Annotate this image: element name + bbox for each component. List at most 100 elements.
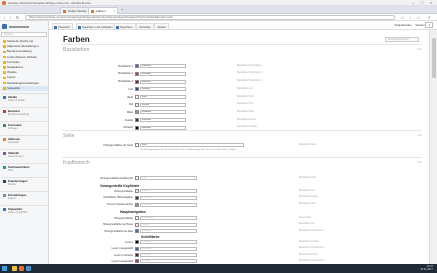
color-value-input[interactable]: #3b6db5 bbox=[140, 229, 197, 234]
os-taskbar: 13:47 18.11.2017 bbox=[0, 264, 437, 273]
browser-tab-label: Farben bbox=[96, 9, 106, 13]
color-swatch[interactable] bbox=[135, 95, 139, 100]
tool-tab-label: Übersicht bbox=[58, 25, 70, 29]
color-swatch[interactable] bbox=[135, 195, 139, 200]
group-icon bbox=[3, 194, 6, 197]
color-swatch[interactable] bbox=[135, 102, 139, 107]
color-value-input[interactable]: #999999 bbox=[140, 110, 186, 115]
scrollbar-thumb[interactable] bbox=[432, 38, 436, 78]
firefox-taskbar-icon[interactable] bbox=[19, 266, 24, 271]
browser-tab-1[interactable]: Online Suche × bbox=[60, 7, 90, 14]
sidebar-item-label: Startseite (Suche np) bbox=[7, 39, 34, 43]
sidebar-group[interactable]: Statistik Auswertungen bbox=[1, 149, 48, 159]
settings-filter-input[interactable]: Einstellungen filtern bbox=[385, 37, 419, 42]
color-value-input[interactable]: #f0f0f0 bbox=[140, 189, 197, 194]
color-swatch[interactable] bbox=[135, 259, 139, 264]
browser-tab-label: Online Suche bbox=[68, 9, 87, 13]
tool-tab[interactable]: Verlauf bbox=[154, 23, 169, 29]
sidebar-group[interactable]: Inhalte Seiten & Inhalte bbox=[1, 93, 48, 103]
sidebar-group[interactable]: Erweiterungen Module bbox=[1, 177, 48, 187]
color-value-input[interactable]: #ffffff bbox=[140, 176, 197, 181]
forward-icon[interactable]: › bbox=[8, 15, 13, 20]
tool-tab[interactable]: Speichern und schließen bbox=[76, 23, 116, 29]
color-value-input[interactable]: #c0392b bbox=[140, 71, 186, 76]
color-value-input[interactable]: #f0f0f0 bbox=[140, 222, 197, 227]
color-value-input[interactable]: #1a4f8c bbox=[140, 87, 186, 92]
sidebar-group[interactable]: Suchmaschinen SEO bbox=[1, 163, 48, 173]
color-editor: Farben Einstellungen filtern Basisfarben… bbox=[49, 30, 429, 264]
version-select[interactable]: 1 bbox=[425, 22, 433, 28]
color-value-input[interactable]: #3b6db5 bbox=[140, 246, 197, 251]
color-swatch[interactable] bbox=[135, 143, 139, 148]
color-value-input[interactable]: #3b6db5 bbox=[140, 64, 186, 69]
explorer-icon[interactable] bbox=[12, 266, 17, 271]
sidebar-search-input[interactable]: Suchen... bbox=[1, 32, 47, 37]
start-icon[interactable] bbox=[2, 266, 7, 271]
scrollbar[interactable] bbox=[429, 30, 437, 264]
sidebar-group[interactable]: Formulare Anfragen bbox=[1, 121, 48, 131]
color-value-input[interactable]: #333333 bbox=[140, 118, 186, 123]
color-swatch[interactable] bbox=[135, 222, 139, 227]
browser-tab-2[interactable]: Farben × bbox=[88, 7, 118, 14]
color-swatch[interactable] bbox=[135, 64, 139, 69]
color-setting-row: Level 2 und tiefer #333333 Basisfarbe Dunk… bbox=[49, 253, 429, 258]
color-value-input[interactable]: #333333 bbox=[140, 253, 197, 258]
url-bar[interactable]: https://www.website-v4.de/cms/redesign/#… bbox=[25, 15, 395, 20]
color-reference: Basisfarbe Weiß bbox=[237, 95, 254, 98]
site-favicon-icon bbox=[63, 9, 66, 13]
reload-original-button[interactable]: Original laden bbox=[394, 23, 411, 27]
section-toggle-link[interactable]: Alle bbox=[417, 47, 422, 51]
color-setting-row: Hintergrundfarbe bei Hover #f0f0f0 Basisfa… bbox=[49, 222, 429, 228]
page-title: Farben bbox=[63, 35, 90, 44]
tool-tab-label: Speichern und schließen bbox=[82, 25, 113, 29]
folder-icon bbox=[2, 66, 6, 69]
bookmark-icon[interactable]: ☆ bbox=[400, 15, 405, 20]
color-swatch[interactable] bbox=[135, 216, 139, 221]
section-toggle-link[interactable]: Alle bbox=[417, 160, 422, 164]
back-icon[interactable]: ‹ bbox=[2, 15, 7, 20]
color-value-input[interactable]: #000000 bbox=[140, 240, 197, 245]
reload-icon[interactable]: ↻ bbox=[15, 15, 20, 20]
color-value-input[interactable]: #ffffff bbox=[140, 143, 244, 148]
color-value-input[interactable]: #ffffff bbox=[140, 95, 186, 100]
color-swatch[interactable] bbox=[135, 110, 139, 115]
sidebar-item[interactable]: Styleeditor bbox=[1, 85, 48, 91]
color-swatch[interactable] bbox=[135, 202, 139, 207]
color-value-input[interactable]: #c0392b bbox=[140, 259, 197, 264]
sidebar-group[interactable]: Benutzer Benutzerverwaltung bbox=[1, 107, 48, 117]
sidebar-group-subtitle: Seiten & Inhalte bbox=[8, 99, 25, 102]
download-icon[interactable]: ↓ bbox=[408, 15, 413, 20]
tool-tab[interactable]: Speichern bbox=[114, 23, 136, 29]
subsection-heading: Vorangestellte Kopfleiste bbox=[100, 184, 140, 188]
sidebar-group[interactable]: Styleeditor Farben & Schriften bbox=[1, 205, 48, 215]
home-icon[interactable]: ⌂ bbox=[416, 15, 421, 20]
navigation-toolbar: ‹ › ↻ https://www.website-v4.de/cms/rede… bbox=[0, 14, 437, 21]
color-value-input[interactable]: #8e1b2c bbox=[140, 79, 186, 84]
color-swatch[interactable] bbox=[135, 253, 139, 258]
color-swatch[interactable] bbox=[135, 71, 139, 76]
tool-tab[interactable]: Übersicht bbox=[52, 23, 73, 29]
editor-taskbar-icon[interactable] bbox=[26, 266, 31, 271]
tool-tab[interactable]: Vorschau bbox=[136, 23, 154, 29]
color-swatch[interactable] bbox=[135, 229, 139, 234]
color-setting-row: Trenner Sonderzeichen #999999 Basisfarbe M… bbox=[49, 202, 429, 207]
sidebar-group[interactable]: Aktionen Newsletter bbox=[1, 135, 48, 145]
color-swatch[interactable] bbox=[135, 176, 139, 181]
section-toggle-link[interactable]: Alle bbox=[417, 133, 422, 137]
color-value-input[interactable]: #f0f0f0 bbox=[140, 102, 186, 107]
menu-icon[interactable]: ≡ bbox=[427, 15, 432, 20]
sidebar-group[interactable]: Einstellungen System bbox=[1, 191, 48, 201]
color-swatch[interactable] bbox=[135, 189, 139, 194]
setting-label: Trenner Sonderzeichen bbox=[106, 203, 133, 207]
color-swatch[interactable] bbox=[135, 87, 139, 92]
color-swatch[interactable] bbox=[135, 240, 139, 245]
color-value-input[interactable]: transparent bbox=[140, 216, 197, 221]
color-value-input[interactable]: #999999 bbox=[140, 202, 197, 207]
color-swatch[interactable] bbox=[135, 118, 139, 123]
setting-label: Hintergrundfarbe Kopfbereich bbox=[100, 176, 133, 180]
color-reference: Basisfarbe Primärfarbe 2 bbox=[237, 72, 263, 75]
color-swatch[interactable] bbox=[135, 246, 139, 251]
new-tab-icon[interactable]: + bbox=[121, 7, 123, 12]
color-swatch[interactable] bbox=[135, 79, 139, 84]
color-value-input[interactable]: #333333 bbox=[140, 195, 197, 200]
